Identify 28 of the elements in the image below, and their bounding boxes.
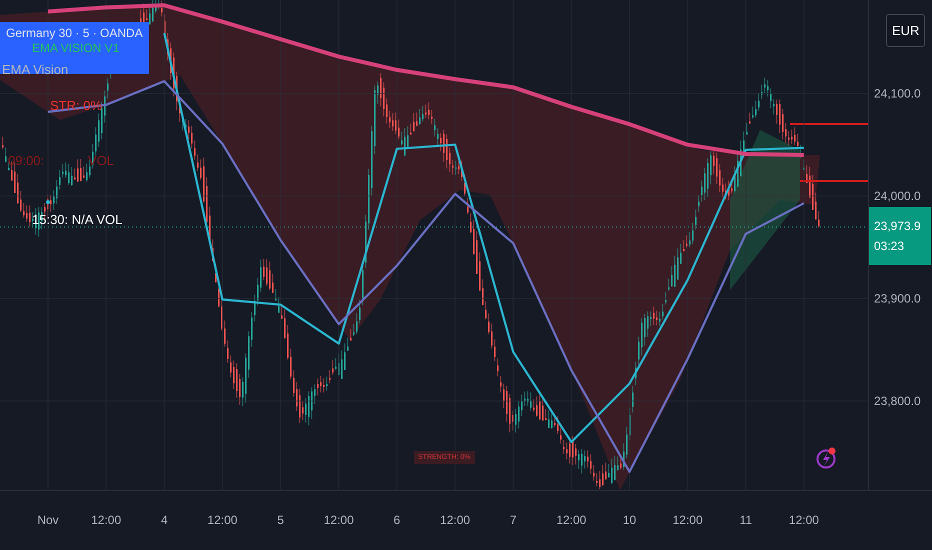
price-tick: 24,100.0 bbox=[874, 86, 921, 100]
time-tick: 6 bbox=[394, 513, 400, 527]
ema-point bbox=[46, 200, 50, 204]
price-tick: 23,800.0 bbox=[874, 394, 921, 408]
time-tick: 5 bbox=[277, 513, 284, 527]
level-line bbox=[800, 180, 868, 182]
current-price: 23,973.9 bbox=[874, 219, 922, 233]
currency-button[interactable]: EUR bbox=[886, 14, 926, 47]
time-tick: 4 bbox=[160, 513, 168, 527]
time-tick: 12:00 bbox=[556, 513, 586, 527]
time-tick: 12:00 bbox=[324, 513, 354, 527]
time-tick: 12:00 bbox=[672, 513, 703, 527]
price-tick: 24,000.0 bbox=[874, 189, 921, 203]
indicator-title: EMA VISION V1 bbox=[32, 41, 120, 56]
instrument-title[interactable]: Germany 30 · 5 · OANDA bbox=[6, 26, 143, 41]
chart-label: 09:00: bbox=[8, 153, 44, 168]
lightning-icon[interactable] bbox=[815, 447, 837, 469]
bar-countdown: 03:23 bbox=[874, 239, 906, 253]
time-tick: 12:00 bbox=[207, 513, 238, 527]
time-tick: 10 bbox=[622, 513, 636, 527]
time-tick: Nov bbox=[37, 513, 59, 527]
time-tick: 12:00 bbox=[788, 513, 819, 527]
price-tick: 23,900.0 bbox=[874, 292, 921, 306]
time-tick: 12:00 bbox=[91, 513, 122, 527]
indicator-name[interactable]: EMA Vision bbox=[2, 62, 68, 77]
time-tick: 12:00 bbox=[440, 513, 470, 527]
time-tick: 11 bbox=[740, 513, 752, 527]
time-tick: 7 bbox=[510, 513, 517, 527]
